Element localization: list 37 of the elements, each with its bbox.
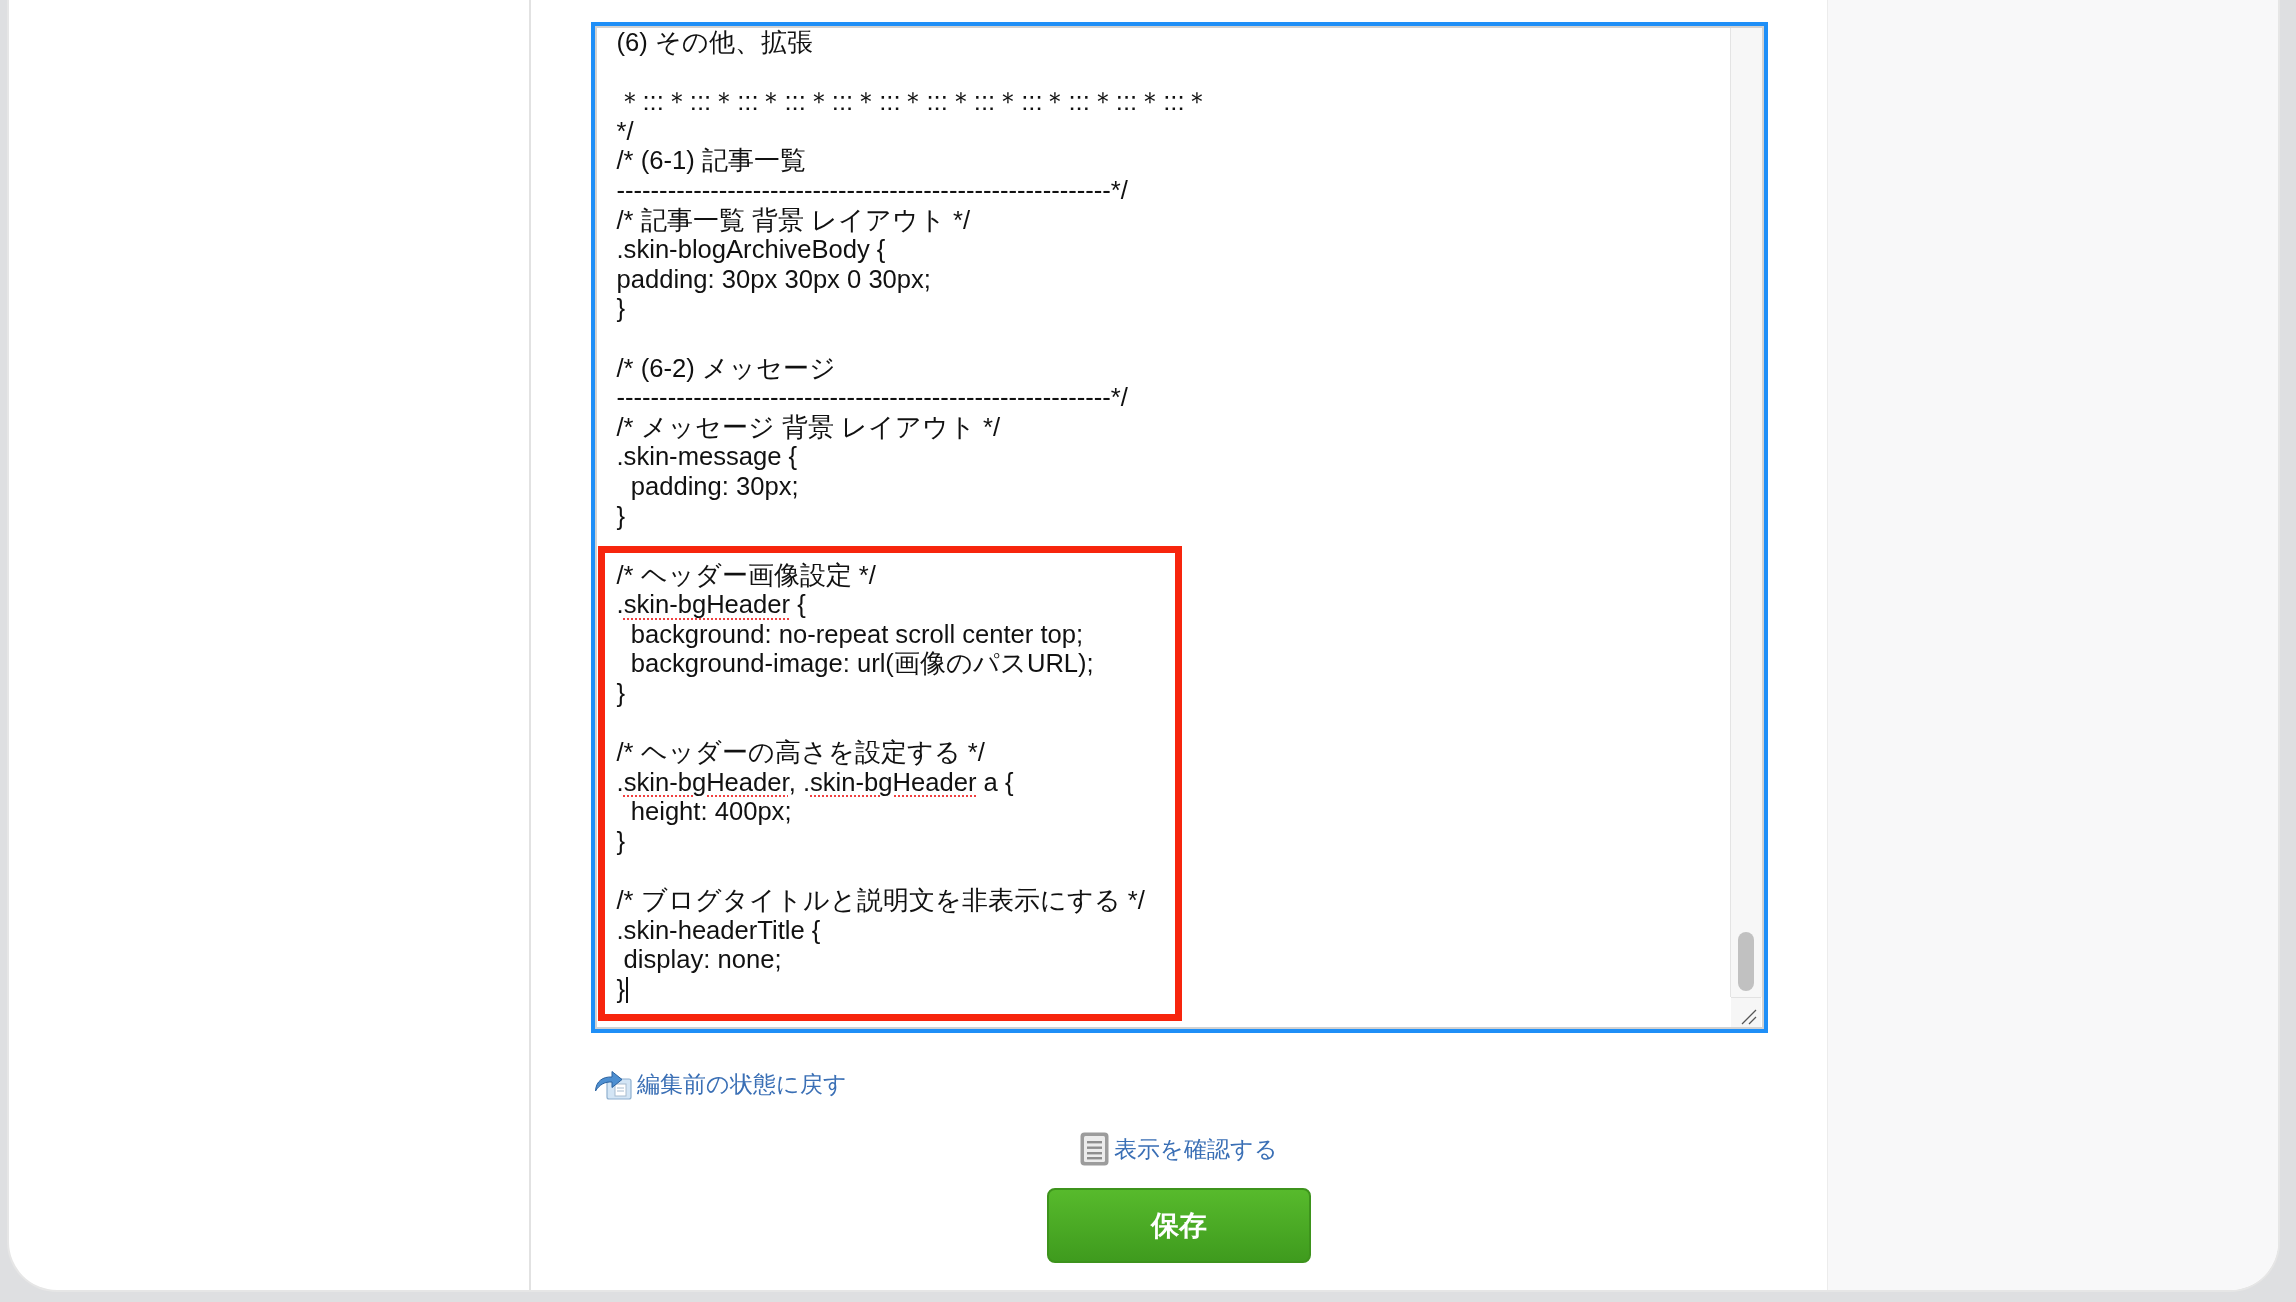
code-line: /* (6-2) メッセージ bbox=[616, 353, 836, 384]
scrollbar[interactable] bbox=[1729, 28, 1762, 997]
code-editor-field[interactable] bbox=[590, 22, 1768, 1033]
code-line: .skin-headerTitle { bbox=[616, 915, 821, 946]
code-line: .skin-bgHeader { bbox=[616, 590, 806, 620]
code-line: .skin-message { bbox=[616, 442, 798, 472]
save-button[interactable]: 保存 bbox=[1047, 1188, 1311, 1263]
code-line: padding: 30px 30px 0 30px; bbox=[616, 264, 931, 295]
code-line: /* ヘッダーの高さを設定する */ bbox=[616, 738, 985, 768]
code-line: } bbox=[616, 679, 626, 709]
code-line: display: none; bbox=[622, 945, 782, 975]
code-line: } bbox=[616, 294, 626, 324]
code-line: background-image: url(画像のパスURL); bbox=[629, 649, 1094, 680]
code-line: /* ブログタイトルと説明文を非表示にする */ bbox=[616, 886, 1145, 916]
code-line: /* (6-1) 記事一覧 bbox=[616, 146, 806, 176]
code-line: } bbox=[616, 827, 626, 857]
code-line: */ bbox=[616, 116, 634, 147]
code-line: /* ヘッダー画像設定 */ bbox=[616, 560, 876, 591]
code-line: height: 400px; bbox=[629, 797, 792, 828]
document-lines-icon bbox=[1080, 1132, 1109, 1166]
preview-link[interactable]: 表示を確認する bbox=[1080, 1132, 1278, 1166]
code-line: background: no-repeat scroll center top; bbox=[629, 619, 1084, 650]
code-line: /* メッセージ 背景 レイアウト */ bbox=[616, 412, 1001, 443]
code-line: .skin-bgHeader, .skin-bgHeader a { bbox=[616, 767, 1014, 798]
code-line: .skin-blogArchiveBody { bbox=[616, 235, 886, 265]
code-line: } bbox=[616, 501, 626, 532]
code-line: } bbox=[616, 975, 626, 1005]
code-line: /* 記事一覧 背景 レイアウト */ bbox=[616, 205, 971, 236]
code-line: padding: 30px; bbox=[629, 471, 799, 502]
code-line: ----------------------------------------------------------*/ bbox=[616, 383, 1128, 413]
code-line: ＊:::＊:::＊:::＊:::＊:::＊:::＊:::＊:::＊:::＊:::＊:::＊:::＊ bbox=[616, 87, 1211, 117]
curved-arrow-page-icon bbox=[593, 1069, 632, 1100]
revert-link[interactable]: 編集前の状態に戻す bbox=[590, 1069, 847, 1100]
scrollbar-thumb[interactable] bbox=[1738, 932, 1754, 991]
code-line: ----------------------------------------------------------*/ bbox=[616, 175, 1128, 206]
resize-grip-icon[interactable] bbox=[1729, 997, 1762, 1027]
code-line: (6) その他、拡張 bbox=[616, 28, 813, 58]
